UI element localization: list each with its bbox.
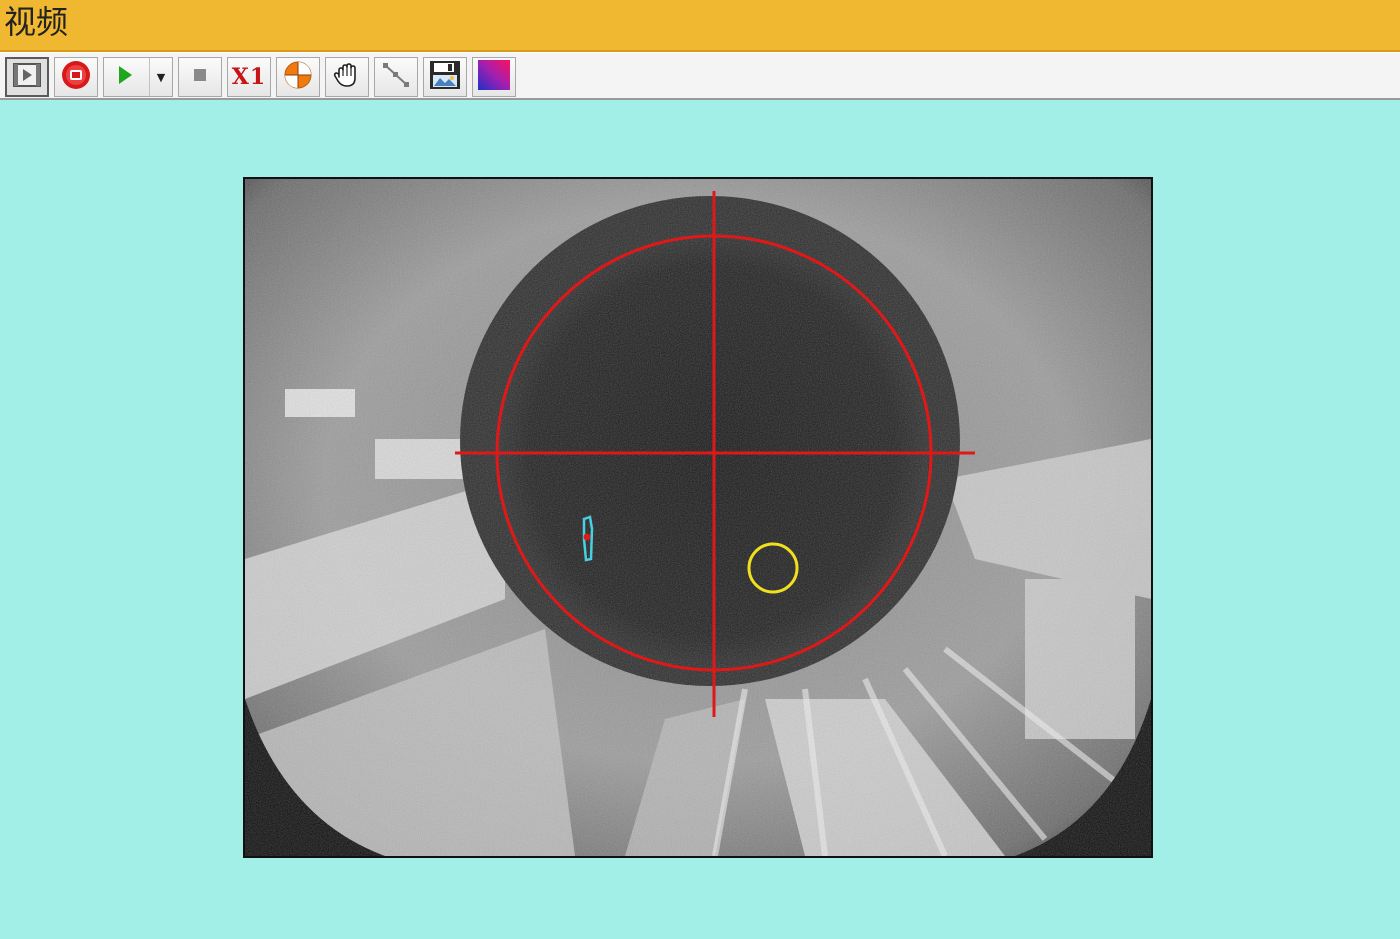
save-image-button[interactable] [423,57,467,97]
target-button[interactable] [276,57,320,97]
play-icon [116,64,134,90]
toolbar-buttons: ▼ X1 [5,57,521,97]
measure-button[interactable] [374,57,418,97]
color-palette-icon [477,59,511,95]
line-tool-icon [380,59,412,95]
zoom-button[interactable]: X1 [227,57,271,97]
window-title: 视频 [4,3,69,41]
eye-camera-image [245,179,1151,856]
target-icon [282,59,314,95]
stop-icon [191,66,209,88]
record-icon [60,59,92,95]
play-button[interactable]: ▼ [103,57,173,97]
stop-button[interactable] [178,57,222,97]
film-frame-icon [12,61,42,93]
hand-icon [331,59,363,95]
title-bar: 视频 [0,0,1400,52]
play-dropdown-chevron-icon[interactable]: ▼ [149,58,172,96]
save-image-icon [428,59,462,95]
zoom-label: X1 [231,64,267,90]
video-frame[interactable] [243,177,1153,858]
glint-center-dot [583,533,591,541]
pan-button[interactable] [325,57,369,97]
frame-step-button[interactable] [5,57,49,97]
color-button[interactable] [472,57,516,97]
toolbar: ▼ X1 [0,52,1400,100]
record-button[interactable] [54,57,98,97]
